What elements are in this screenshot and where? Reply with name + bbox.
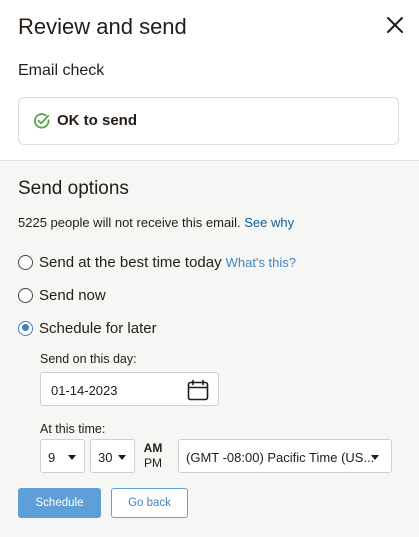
- close-icon[interactable]: [384, 14, 406, 36]
- am-option[interactable]: AM: [140, 441, 166, 456]
- hour-select[interactable]: 9: [40, 439, 85, 473]
- go-back-button[interactable]: Go back: [111, 488, 188, 518]
- chevron-down-icon: [371, 455, 379, 460]
- send-options-heading: Send options: [18, 178, 129, 199]
- schedule-button[interactable]: Schedule: [18, 488, 101, 518]
- date-field[interactable]: 01-14-2023: [40, 372, 219, 406]
- see-why-link[interactable]: See why: [244, 215, 294, 230]
- pm-option[interactable]: PM: [140, 456, 166, 471]
- email-check-heading: Email check: [18, 62, 105, 79]
- radio-best-time[interactable]: [18, 254, 33, 270]
- calendar-icon[interactable]: [186, 378, 210, 402]
- send-time-label: At this time:: [40, 422, 106, 436]
- excluded-notice-text: 5225 people will not receive this email.: [18, 215, 241, 230]
- radio-schedule-later[interactable]: [18, 320, 33, 336]
- send-day-label: Send on this day:: [40, 352, 137, 366]
- timezone-value: (GMT -08:00) Pacific Time (US...: [186, 450, 375, 465]
- whats-this-link[interactable]: What's this?: [226, 255, 296, 270]
- check-circle-icon: [33, 112, 51, 130]
- chevron-down-icon: [118, 455, 126, 460]
- chevron-down-icon: [68, 455, 76, 460]
- option-schedule-later-label: Schedule for later: [39, 319, 157, 337]
- option-send-now[interactable]: Send now: [18, 285, 106, 305]
- option-best-time-label: Send at the best time today: [39, 253, 222, 271]
- page-title: Review and send: [18, 14, 187, 39]
- excluded-notice: 5225 people will not receive this email.…: [18, 215, 294, 230]
- review-header-section: Review and send Email check OK to send: [0, 0, 419, 160]
- date-value: 01-14-2023: [51, 383, 118, 398]
- email-check-card: OK to send: [18, 97, 399, 145]
- radio-send-now[interactable]: [18, 287, 33, 303]
- hour-value: 9: [48, 450, 56, 465]
- option-schedule-later[interactable]: Schedule for later: [18, 318, 157, 338]
- option-best-time[interactable]: Send at the best time today What's this?: [18, 252, 296, 272]
- am-pm-toggle[interactable]: AM PM: [140, 441, 166, 471]
- option-send-now-label: Send now: [39, 286, 106, 304]
- email-check-status: OK to send: [57, 112, 138, 129]
- timezone-select[interactable]: (GMT -08:00) Pacific Time (US...: [178, 439, 392, 473]
- minute-value: 30: [98, 450, 113, 465]
- minute-select[interactable]: 30: [90, 439, 135, 473]
